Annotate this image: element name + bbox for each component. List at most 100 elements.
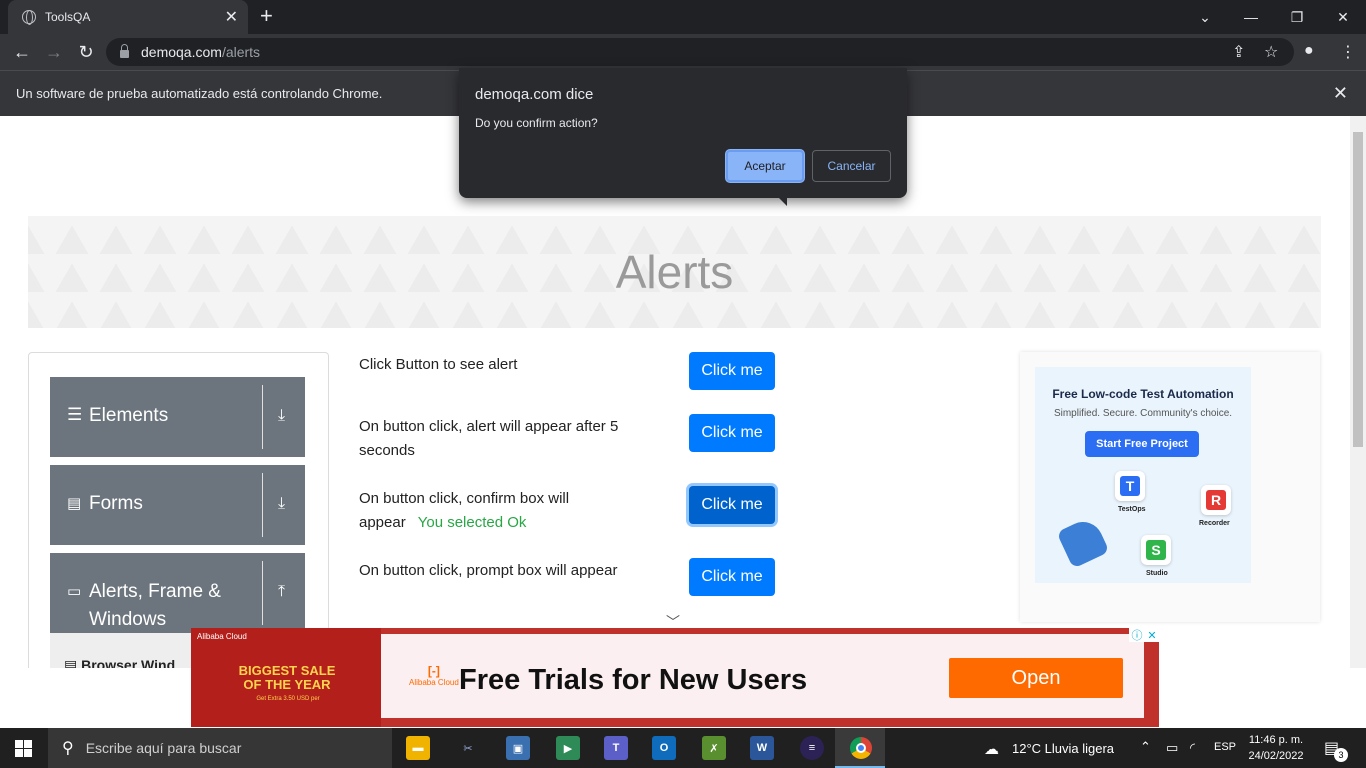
ad-product-label: Recorder: [1199, 520, 1230, 527]
alibaba-logo: [-] Alibaba Cloud: [409, 664, 459, 687]
taskbar-search-placeholder: Escribe aquí para buscar: [85, 740, 242, 756]
profile-icon[interactable]: ●: [1304, 42, 1314, 60]
prompt-button[interactable]: Click me: [689, 558, 775, 596]
language-indicator[interactable]: ESP: [1214, 741, 1236, 753]
bookmark-star-icon[interactable]: ☆: [1264, 42, 1278, 62]
confirm-dialog: demoqa.com dice Do you confirm action? A…: [459, 68, 907, 206]
divider: [262, 473, 263, 537]
teams-icon[interactable]: T: [604, 736, 628, 760]
dialog-accept-button[interactable]: Aceptar: [726, 150, 804, 182]
window-icon: ▭: [67, 583, 82, 600]
ad-creative: Free Low-code Test Automation Simplified…: [1035, 367, 1251, 583]
restore-icon[interactable]: ❐: [1274, 0, 1320, 34]
excel-like-icon[interactable]: ✗: [702, 736, 726, 760]
ad-product-label: Studio: [1146, 570, 1168, 577]
tab-search-chevron-icon[interactable]: ⌄: [1182, 0, 1228, 34]
weather-text[interactable]: 12°C Lluvia ligera: [1012, 741, 1114, 756]
alibaba-logo-icon: [-]: [427, 664, 440, 678]
sidebar-group-elements[interactable]: ☰ Elements ⤓: [50, 377, 305, 457]
page-title: Alerts: [615, 246, 734, 298]
chrome-icon[interactable]: [850, 737, 872, 759]
sidebar-group-label: Elements: [89, 405, 169, 426]
dialog-pointer: [779, 198, 787, 206]
ad-subtitle: Simplified. Secure. Community's choice.: [1053, 408, 1233, 419]
sidebar-group-alerts-frame-windows[interactable]: ▭ Alerts, Frame & Windows ⤒: [50, 553, 305, 633]
ad-content: [-] Alibaba Cloud Free Trials for New Us…: [381, 634, 1144, 718]
advertisement-bottom[interactable]: Alibaba Cloud BIGGEST SALE OF THE YEAR G…: [191, 628, 1159, 727]
sidebar: ☰ Elements ⤓ ▤ Forms ⤓ ▭ Alerts, Frame &…: [28, 352, 329, 668]
tab-title: ToolsQA: [45, 10, 91, 24]
minimize-icon[interactable]: —: [1228, 0, 1274, 34]
share-icon[interactable]: ⇪: [1232, 42, 1245, 62]
windows-taskbar: ⚲ Escribe aquí para buscar ▬ ✂ ▣ ▶ T O ✗…: [0, 728, 1366, 768]
ad-open-button[interactable]: Open: [949, 658, 1123, 698]
browser-tab[interactable]: ToolsQA ✕: [8, 0, 248, 34]
upload-arrow-icon: ⤒: [278, 583, 286, 600]
windows-start-icon[interactable]: [15, 740, 32, 757]
ad-sale-text: BIGGEST SALE OF THE YEAR: [237, 664, 337, 692]
sidebar-group-forms[interactable]: ▤ Forms ⤓: [50, 465, 305, 545]
alert-row-text: Click Button to see alert: [359, 356, 518, 373]
ad-brand: Alibaba Cloud: [409, 678, 459, 687]
sidebar-item-label: Browser Wind: [81, 657, 176, 668]
studio-icon: S: [1141, 535, 1171, 565]
wifi-icon[interactable]: ◜: [1190, 740, 1195, 756]
ad-close-icon[interactable]: ✕: [1147, 629, 1156, 642]
infobar-text: Un software de prueba automatizado está …: [16, 86, 383, 101]
control-panel-icon[interactable]: ▣: [506, 736, 530, 760]
dialog-message: Do you confirm action?: [475, 116, 598, 130]
sidebar-group-label: Forms: [89, 493, 143, 514]
hamburger-icon: ☰: [67, 405, 83, 424]
network-icon[interactable]: ▭: [1166, 740, 1178, 756]
new-tab-icon[interactable]: +: [260, 5, 273, 27]
snipping-tool-icon[interactable]: ✂: [456, 736, 480, 760]
file-explorer-icon[interactable]: ▬: [406, 736, 430, 760]
page-scrollbar[interactable]: [1350, 116, 1366, 668]
scrollbar-thumb[interactable]: [1353, 132, 1363, 447]
clock-time: 11:46 p. m.: [1248, 734, 1304, 746]
alert-button[interactable]: Click me: [689, 352, 775, 390]
prompt-row-text: On button click, prompt box will appear: [359, 562, 618, 579]
menu-kebab-icon[interactable]: ⋮: [1340, 42, 1356, 62]
tab-close-icon[interactable]: ✕: [225, 7, 238, 27]
url-host: demoqa.com: [141, 44, 222, 60]
ad-sale-subtext: Get Extra 3.50 USD per: [256, 696, 320, 702]
lock-icon[interactable]: [120, 44, 129, 58]
window-close-icon[interactable]: ✕: [1320, 0, 1366, 34]
download-arrow-icon: ⤓: [278, 495, 286, 512]
document-icon: ▤: [67, 495, 82, 512]
search-icon: ⚲: [62, 740, 74, 757]
ad-product-label: TestOps: [1118, 506, 1146, 513]
ad-info-icon[interactable]: ⓘ: [1131, 627, 1142, 643]
eclipse-icon[interactable]: ≡: [800, 736, 824, 760]
taskbar-search[interactable]: ⚲ Escribe aquí para buscar: [48, 728, 392, 768]
forward-icon[interactable]: →: [42, 40, 66, 64]
back-icon[interactable]: ←: [10, 40, 34, 64]
ad-sale-line: OF THE YEAR: [243, 677, 331, 692]
media-player-icon[interactable]: ▶: [556, 736, 580, 760]
dialog-cancel-button[interactable]: Cancelar: [812, 150, 891, 182]
page-banner: Alerts: [28, 216, 1321, 328]
robot-arm-illustration: [1056, 515, 1110, 569]
word-icon[interactable]: W: [750, 736, 774, 760]
taskbar-clock[interactable]: 11:46 p. m. 24/02/2022: [1244, 732, 1308, 764]
dialog-title: demoqa.com dice: [475, 86, 594, 103]
advertisement-right[interactable]: Free Low-code Test Automation Simplified…: [1020, 352, 1320, 622]
divider: [262, 561, 263, 625]
download-arrow-icon: ⤓: [278, 407, 286, 424]
confirm-button[interactable]: Click me: [689, 486, 775, 524]
tray-chevron-up-icon[interactable]: ⌃: [1140, 739, 1151, 755]
ad-choices[interactable]: ⓘ ✕: [1129, 628, 1159, 642]
cloud-rain-icon[interactable]: ☁: [984, 740, 999, 758]
ad-sale-line: BIGGEST SALE: [238, 663, 336, 678]
address-bar[interactable]: demoqa.com /alerts: [106, 38, 1294, 66]
reload-icon[interactable]: ↻: [74, 40, 98, 64]
notification-badge: 3: [1334, 748, 1348, 762]
outlook-icon[interactable]: O: [652, 736, 676, 760]
timer-alert-button[interactable]: Click me: [689, 414, 775, 452]
page-viewport: Alerts ☰ Elements ⤓ ▤ Forms ⤓ ▭ Alerts, …: [0, 116, 1350, 668]
ad-cta-button[interactable]: Start Free Project: [1085, 431, 1199, 457]
ad-headline: Free Trials for New Users: [459, 664, 808, 696]
sidebar-group-label: Alerts, Frame & Windows: [89, 581, 221, 630]
infobar-close-icon[interactable]: ✕: [1333, 83, 1348, 104]
